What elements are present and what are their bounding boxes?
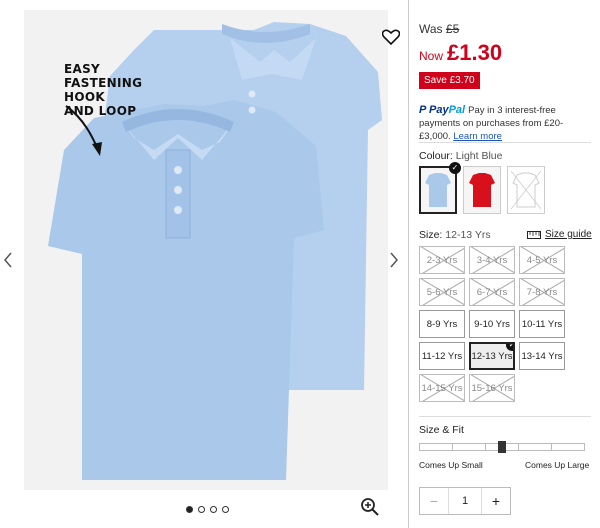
gallery-next-chevron-icon[interactable] — [386, 250, 402, 270]
colour-swatches: ✓ — [419, 162, 545, 214]
gallery-dot[interactable] — [198, 506, 205, 513]
size-grid: 2-3 Yrs 3-4 Yrs 4-5 Yrs 5-6 Yrs 6-7 Yrs … — [419, 246, 593, 402]
was-price: Was £5 — [419, 22, 502, 36]
size-guide-link[interactable]: Size guide — [527, 229, 592, 240]
annotation-line: HOOK — [64, 90, 105, 104]
size-option[interactable]: 11-12 Yrs — [419, 342, 465, 370]
size-label-text: Size: — [419, 229, 443, 241]
now-price: Now £1.30 — [419, 40, 502, 66]
size-option-selected[interactable]: 12-13 Yrs ✓ — [469, 342, 515, 370]
size-option[interactable]: 2-3 Yrs — [419, 246, 465, 274]
was-value: £5 — [445, 22, 460, 36]
paypal-brand-a: Pay — [429, 104, 449, 116]
size-option[interactable]: 8-9 Yrs — [419, 310, 465, 338]
colour-label: Colour: Light Blue — [419, 150, 502, 162]
divider — [419, 142, 591, 143]
fit-large-label: Comes Up Large — [525, 460, 590, 470]
ruler-icon — [527, 230, 541, 239]
colour-selected: Light Blue — [455, 150, 503, 162]
save-badge: Save £3.70 — [419, 72, 480, 89]
size-selected: 12-13 Yrs — [445, 229, 491, 241]
swatch-white[interactable] — [507, 166, 545, 214]
product-gallery: EASY FASTENING HOOK AND LOOP — [24, 10, 400, 490]
quantity-stepper: − 1 + — [419, 487, 511, 515]
selected-check-icon: ✓ — [449, 162, 461, 174]
size-option[interactable]: 3-4 Yrs — [469, 246, 515, 274]
size-option[interactable]: 4-5 Yrs — [519, 246, 565, 274]
price-block: Was £5 Now £1.30 Save £3.70 — [419, 22, 502, 89]
swatch-red[interactable] — [463, 166, 501, 214]
was-label: Was — [419, 22, 443, 36]
paypal-brand-b: Pal — [448, 104, 466, 116]
fit-small-label: Comes Up Small — [419, 460, 483, 470]
product-details-panel: Was £5 Now £1.30 Save £3.70 P PayPal Pay… — [408, 0, 600, 528]
quantity-value[interactable]: 1 — [448, 488, 482, 514]
feature-annotation: EASY FASTENING HOOK AND LOOP — [64, 62, 142, 118]
gallery-prev-chevron-icon[interactable] — [0, 250, 16, 270]
zoom-in-icon[interactable] — [360, 497, 380, 517]
learn-more-link[interactable]: Learn more — [453, 131, 502, 142]
now-value: £1.30 — [447, 40, 503, 65]
size-guide-text: Size guide — [545, 229, 592, 240]
gallery-dot[interactable] — [222, 506, 229, 513]
divider — [419, 416, 591, 417]
quantity-decrease-button[interactable]: − — [420, 488, 448, 514]
size-fit-marker — [498, 441, 506, 453]
paypal-logo: P PayPal — [419, 104, 466, 116]
paypal-message: P PayPal Pay in 3 interest-free payments… — [419, 104, 591, 143]
colour-label-text: Colour: — [419, 150, 453, 162]
annotation-line: FASTENING — [64, 76, 143, 90]
size-option[interactable]: 15-16 Yrs — [469, 374, 515, 402]
size-option[interactable]: 14-15 Yrs — [419, 374, 465, 402]
size-option[interactable]: 10-11 Yrs — [519, 310, 565, 338]
size-option[interactable]: 7-8 Yrs — [519, 278, 565, 306]
size-fit-label: Size & Fit — [419, 424, 464, 436]
quantity-increase-button[interactable]: + — [482, 488, 510, 514]
size-option[interactable]: 6-7 Yrs — [469, 278, 515, 306]
annotation-line: EASY — [64, 62, 101, 76]
size-option[interactable]: 5-6 Yrs — [419, 278, 465, 306]
annotation-line: AND LOOP — [64, 104, 137, 118]
size-label: Size: 12-13 Yrs — [419, 229, 491, 241]
gallery-dot[interactable] — [210, 506, 217, 513]
size-option[interactable]: 13-14 Yrs — [519, 342, 565, 370]
wishlist-heart-icon[interactable] — [380, 26, 402, 48]
gallery-pagination — [186, 506, 229, 513]
gallery-dot[interactable] — [186, 506, 193, 513]
size-option[interactable]: 9-10 Yrs — [469, 310, 515, 338]
now-label: Now — [419, 49, 444, 63]
swatch-light-blue[interactable]: ✓ — [419, 162, 461, 214]
